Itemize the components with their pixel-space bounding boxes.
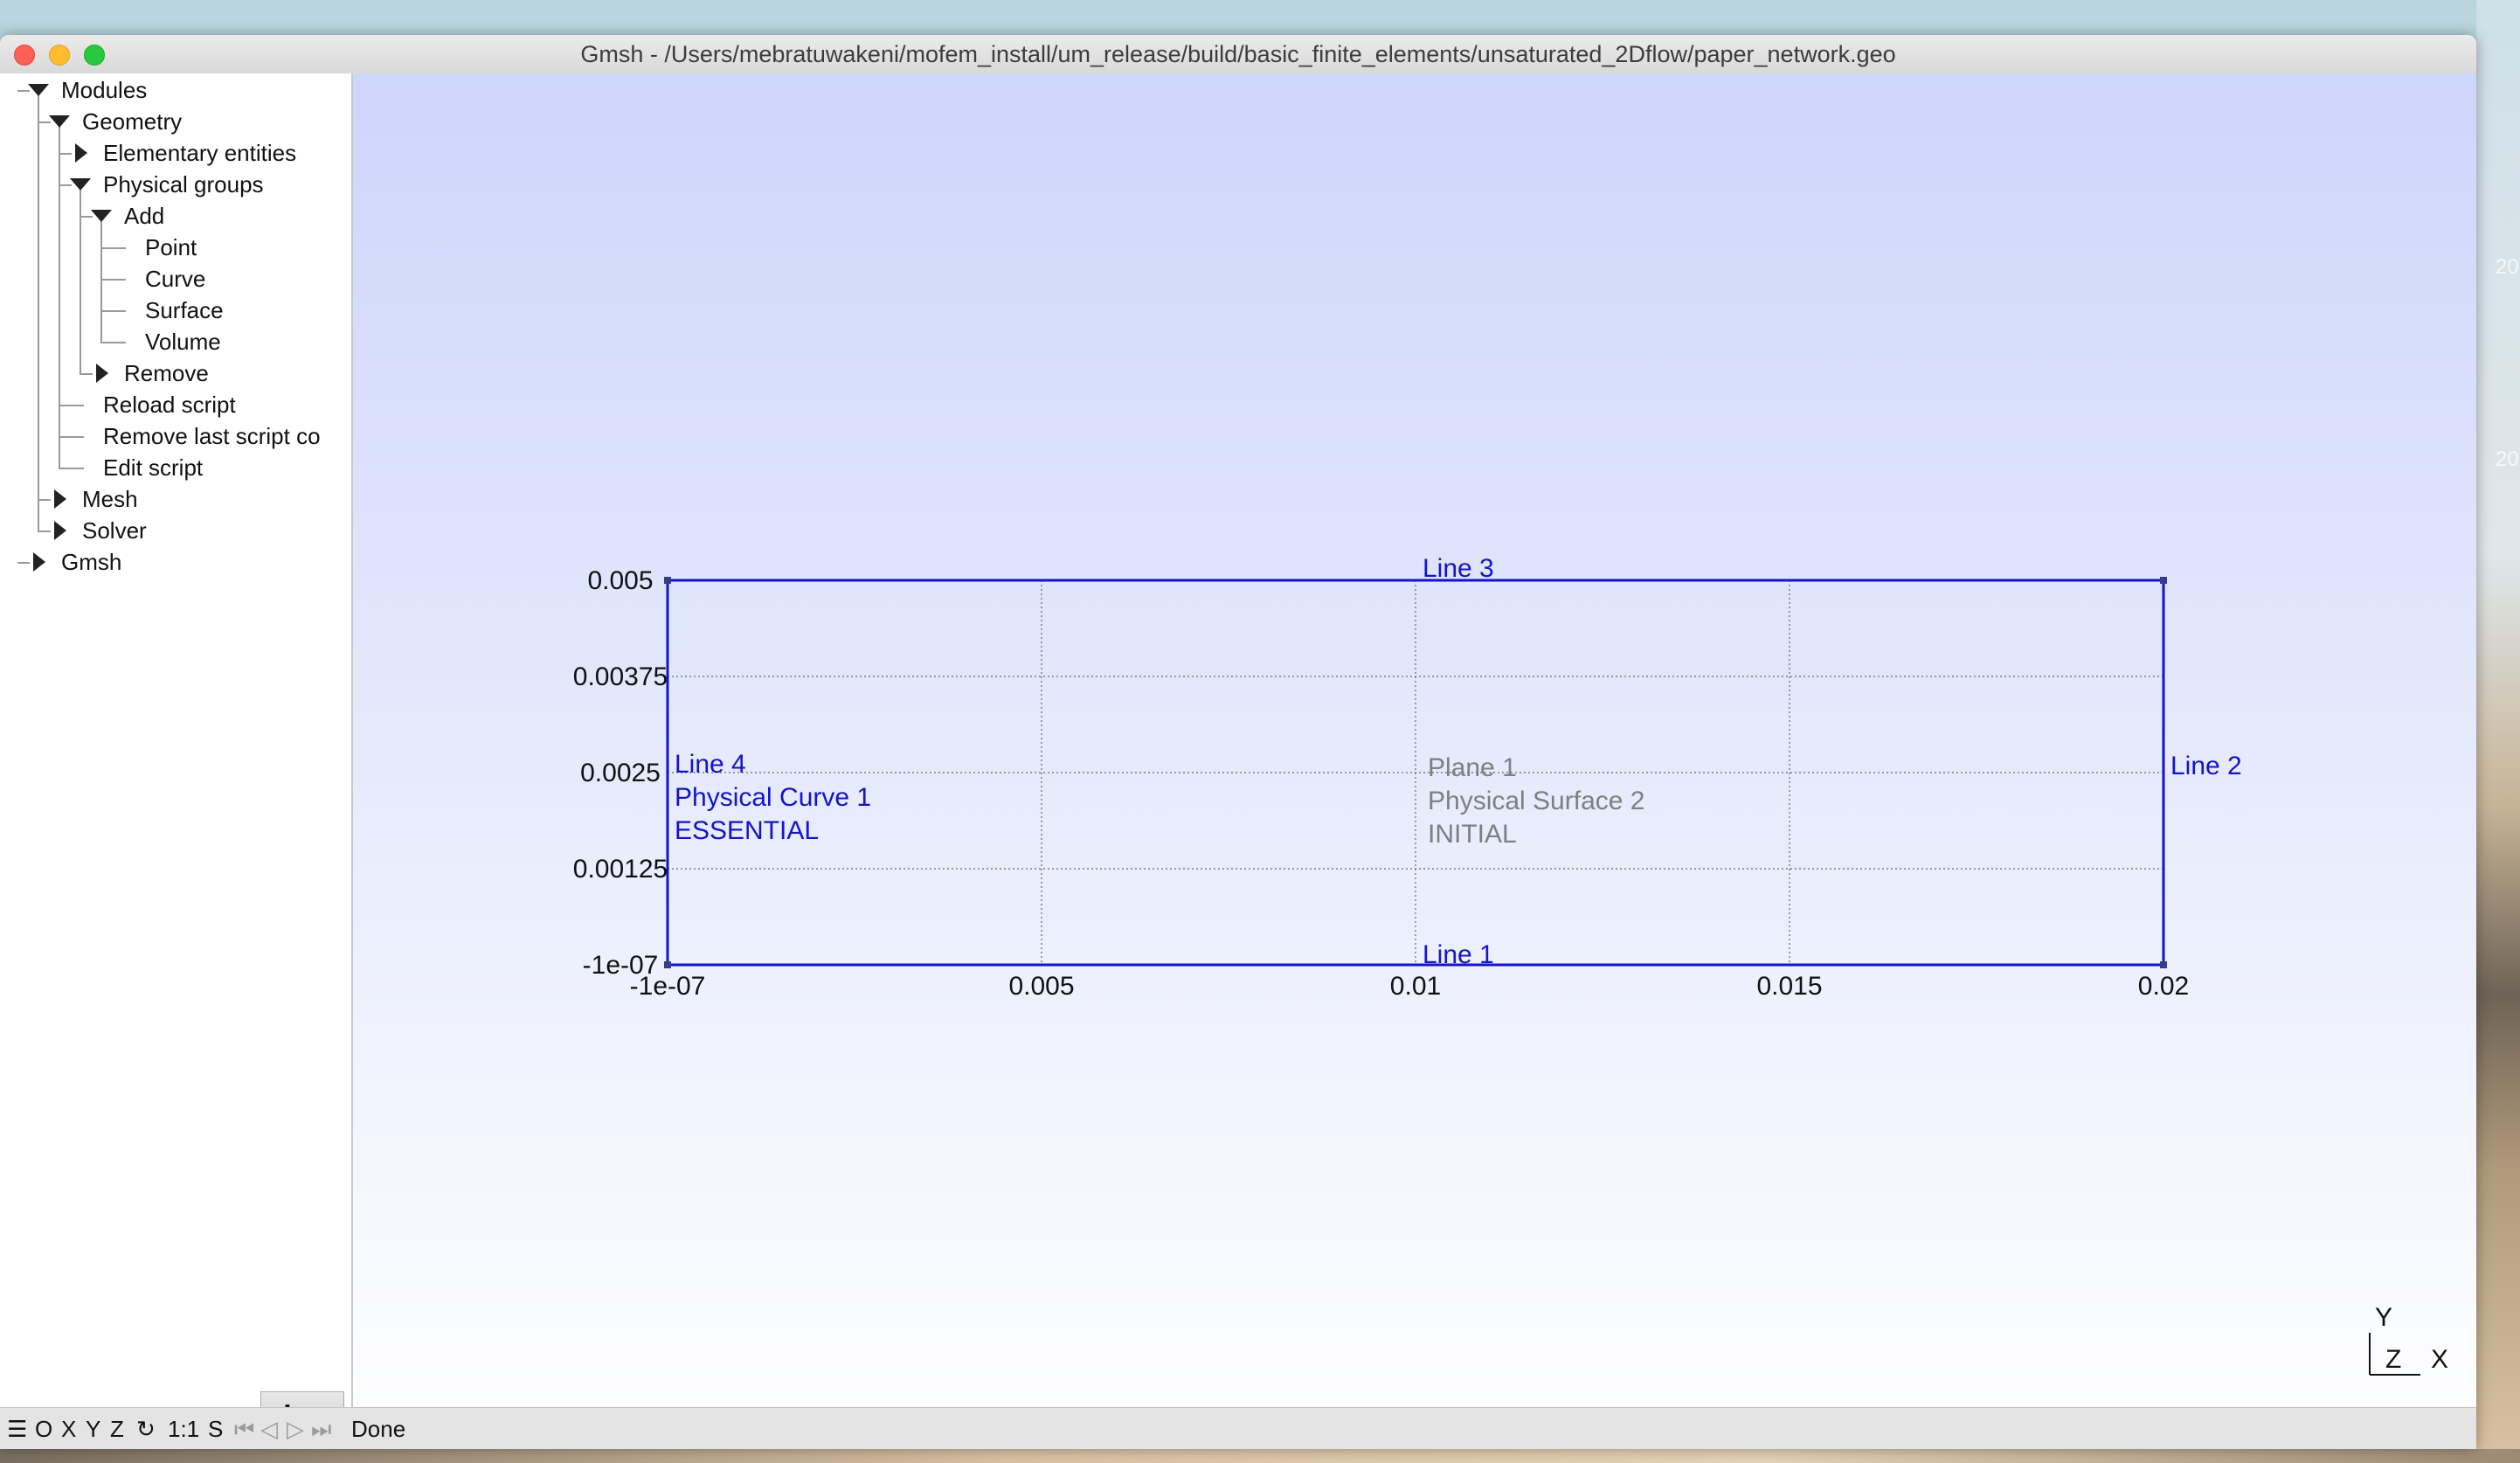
- tree-item-remove[interactable]: Remove: [91, 357, 209, 389]
- x-tick-label: 0.015: [1756, 972, 1822, 1001]
- physical-curve-label: ESSENTIAL: [675, 816, 819, 845]
- tree-item-solver[interactable]: Solver: [49, 515, 147, 546]
- tree-item-physical-groups[interactable]: Physical groups: [70, 169, 264, 200]
- tree-connector: [59, 121, 60, 468]
- y-tick-label: 0.00125: [573, 855, 668, 884]
- expanded-triangle-icon[interactable]: [91, 210, 112, 222]
- expanded-triangle-icon[interactable]: [70, 178, 91, 191]
- label-line-2: Line 2: [2170, 752, 2242, 780]
- label-line-3: Line 3: [1423, 554, 1494, 583]
- axis-triad-z-label: Z: [2385, 1345, 2401, 1374]
- tree-item-label: Physical groups: [103, 170, 264, 198]
- rotate-icon[interactable]: ↻: [136, 1408, 156, 1449]
- x-tick-label: 0.02: [2138, 972, 2189, 1001]
- desktop-background: [2476, 0, 2520, 1463]
- tree-item-surface[interactable]: Surface: [112, 295, 224, 326]
- tree-item-volume[interactable]: Volume: [112, 326, 221, 357]
- tree-item-label: Curve: [145, 265, 206, 292]
- tree-item-label: Elementary entities: [103, 139, 297, 166]
- tree-item-label: Volume: [145, 328, 221, 355]
- tree-item-reload-script[interactable]: Reload script: [70, 389, 236, 420]
- y-tick-label: 0.0025: [580, 759, 661, 787]
- tree-item-elementary-entities[interactable]: Elementary entities: [70, 137, 296, 169]
- tree-connector: [38, 90, 39, 530]
- tree-item-mesh[interactable]: Mesh: [49, 483, 138, 515]
- tree-item-geometry[interactable]: Geometry: [49, 106, 182, 137]
- geometry-point: [2160, 577, 2167, 584]
- plane-label: Plane 1: [1428, 753, 1517, 782]
- status-bar: ☰ O X Y Z ↻ 1:1 S ⏮ ◁ ▷ ⏭ Done: [0, 1407, 2476, 1449]
- geometry-plot[interactable]: -1e-07 0.005 0.01 0.015 0.02 0.005 0.00375 0.00…: [353, 73, 2476, 1446]
- play-icon[interactable]: ▷: [287, 1408, 304, 1449]
- tree-item-add[interactable]: Add: [91, 200, 164, 232]
- tree-item-label: Reload script: [103, 391, 236, 418]
- tree-item-curve[interactable]: Curve: [112, 263, 205, 295]
- expanded-triangle-icon[interactable]: [28, 84, 49, 96]
- view-o-button[interactable]: O: [35, 1408, 52, 1449]
- desktop-icon-label: 20: [2496, 255, 2519, 279]
- collapsed-triangle-icon[interactable]: [33, 552, 45, 572]
- plane-label: Physical Surface 2: [1428, 787, 1644, 815]
- view-z-button[interactable]: Z: [110, 1408, 124, 1449]
- tree-item-label: Modules: [61, 76, 148, 103]
- y-tick-label: -1e-07: [583, 951, 659, 980]
- x-tick-label: 0.01: [1390, 972, 1441, 1001]
- label-line-1: Line 1: [1423, 940, 1494, 969]
- view-x-button[interactable]: X: [61, 1408, 76, 1449]
- tree-item-label: Mesh: [82, 485, 138, 512]
- step-forward-icon[interactable]: ⏭: [311, 1408, 331, 1449]
- gmsh-window: Gmsh - /Users/mebratuwakeni/mofem_instal…: [0, 35, 2476, 1449]
- step-back-icon[interactable]: ◁: [260, 1408, 278, 1449]
- tree-item-gmsh[interactable]: Gmsh: [28, 546, 121, 578]
- title-bar[interactable]: Gmsh - /Users/mebratuwakeni/mofem_instal…: [0, 35, 2476, 74]
- tree-item-label: Remove last script co: [103, 422, 321, 449]
- rewind-icon[interactable]: ⏮: [234, 1408, 254, 1449]
- label-line-4: Line 4: [675, 750, 746, 779]
- view-y-button[interactable]: Y: [86, 1408, 100, 1449]
- collapsed-triangle-icon[interactable]: [96, 364, 108, 383]
- collapsed-triangle-icon[interactable]: [75, 143, 87, 163]
- tree-item-point[interactable]: Point: [112, 232, 197, 263]
- desktop-floor: [0, 1449, 2520, 1463]
- collapsed-triangle-icon[interactable]: [54, 521, 66, 540]
- graphics-viewport[interactable]: -1e-07 0.005 0.01 0.015 0.02 0.005 0.00375 0.00…: [353, 73, 2476, 1446]
- geometry-point: [2160, 961, 2167, 968]
- desktop-icon-label: 20: [2496, 447, 2519, 471]
- tree-item-label: Geometry: [82, 107, 183, 135]
- geometry-point: [664, 961, 671, 968]
- scale-1-1-button[interactable]: 1:1: [168, 1408, 199, 1449]
- axis-triad-y-label: Y: [2375, 1303, 2392, 1332]
- status-message: Done: [351, 1416, 406, 1442]
- plane-label: INITIAL: [1428, 820, 1517, 849]
- tree-item-remove-last-script-co[interactable]: Remove last script co: [70, 420, 321, 452]
- tree-item-edit-script[interactable]: Edit script: [70, 452, 203, 483]
- y-tick-label: 0.00375: [573, 662, 668, 691]
- window-title: Gmsh - /Users/mebratuwakeni/mofem_instal…: [580, 41, 1896, 67]
- expanded-triangle-icon[interactable]: [49, 115, 70, 128]
- tree-item-label: Solver: [82, 517, 147, 544]
- tree-item-label: Add: [124, 202, 165, 229]
- geometry-point: [664, 577, 671, 584]
- tree-item-label: Gmsh: [61, 548, 122, 575]
- x-tick-label: 0.005: [1008, 972, 1074, 1001]
- tree-item-modules[interactable]: Modules: [28, 74, 147, 106]
- tree-item-label: Point: [145, 233, 197, 260]
- tree-connector: [80, 184, 81, 373]
- tree-item-label: Remove: [124, 359, 209, 386]
- menu-icon[interactable]: ☰: [7, 1408, 27, 1449]
- y-tick-label: 0.005: [587, 566, 653, 595]
- tree-item-label: Edit script: [103, 454, 204, 481]
- collapsed-triangle-icon[interactable]: [54, 489, 66, 509]
- module-tree-panel: Modules Geometry Elementary entities Physic…: [0, 73, 353, 1446]
- tree-item-label: Surface: [145, 296, 224, 323]
- module-tree: Modules Geometry Elementary entities Physic…: [0, 73, 332, 633]
- axis-triad-x-label: X: [2431, 1345, 2448, 1374]
- physical-curve-label: Physical Curve 1: [675, 783, 871, 812]
- select-button[interactable]: S: [208, 1408, 223, 1449]
